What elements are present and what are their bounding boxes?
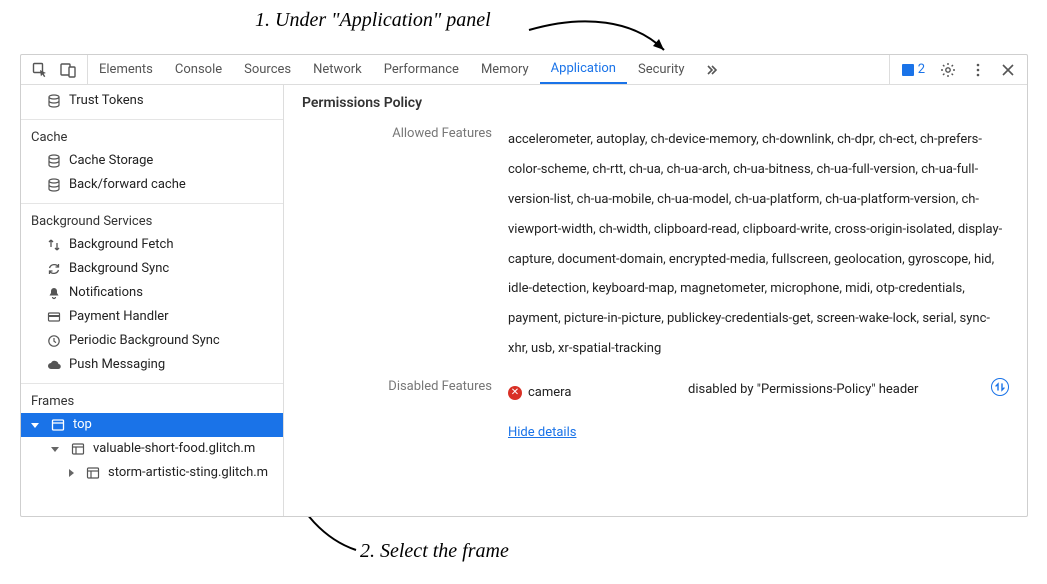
tab-sources[interactable]: Sources — [233, 55, 302, 84]
issues-indicator[interactable]: 2 — [896, 62, 931, 77]
database-icon — [47, 154, 61, 168]
sidebar-item-label: Cache Storage — [69, 151, 153, 171]
devtools-toolbar: Elements Console Sources Network Perform… — [21, 55, 1027, 85]
frame-row-child-2[interactable]: storm-artistic-sting.glitch.m — [21, 461, 283, 485]
sidebar-item-bg-fetch[interactable]: Background Fetch — [21, 233, 283, 257]
kebab-menu-button[interactable] — [965, 57, 991, 83]
error-icon: ✕ — [508, 386, 522, 400]
tab-console[interactable]: Console — [164, 55, 233, 84]
sidebar-section-frames: Frames top valuable-short-food.glitch.m … — [21, 384, 283, 491]
disclosure-triangle-icon — [31, 423, 39, 428]
disabled-features-row: Disabled Features ✕ camera disabled by "… — [302, 378, 1009, 448]
device-toolbar-button[interactable] — [55, 57, 81, 83]
inspect-icon — [32, 62, 48, 78]
frame-name: storm-artistic-sting.glitch.m — [108, 463, 268, 483]
sidebar-title-bg-services: Background Services — [21, 208, 283, 233]
sidebar-item-push-messaging[interactable]: Push Messaging — [21, 353, 283, 377]
sidebar-item-trust-tokens[interactable]: Trust Tokens — [21, 89, 283, 113]
tab-application[interactable]: Application — [540, 55, 627, 84]
sidebar-item-cache-storage[interactable]: Cache Storage — [21, 149, 283, 173]
issues-icon — [902, 64, 914, 76]
clock-icon — [47, 334, 61, 348]
disclosure-triangle-icon — [69, 469, 74, 477]
tab-memory[interactable]: Memory — [470, 55, 540, 84]
sidebar-title-frames: Frames — [21, 388, 283, 413]
disabled-feature-name: camera — [528, 378, 571, 408]
credit-card-icon — [47, 310, 61, 324]
transfer-icon — [47, 238, 61, 252]
close-icon — [1001, 63, 1015, 77]
allowed-features-label: Allowed Features — [302, 125, 492, 364]
bell-icon — [47, 286, 61, 300]
section-heading: Permissions Policy — [302, 95, 1009, 111]
sidebar-item-label: Push Messaging — [69, 355, 165, 375]
iframe-icon — [86, 466, 100, 480]
sidebar-item-label: Payment Handler — [69, 307, 169, 327]
sidebar-title-cache: Cache — [21, 124, 283, 149]
frame-name: valuable-short-food.glitch.m — [93, 439, 255, 459]
disclosure-triangle-icon — [51, 447, 59, 452]
sidebar-section-top: Trust Tokens — [21, 85, 283, 120]
reveal-header-button[interactable] — [991, 378, 1009, 396]
frame-row-child-1[interactable]: valuable-short-food.glitch.m — [21, 437, 283, 461]
sidebar-item-label: Back/forward cache — [69, 175, 186, 195]
sidebar-item-periodic-bg-sync[interactable]: Periodic Background Sync — [21, 329, 283, 353]
sidebar-item-label: Trust Tokens — [69, 91, 144, 111]
sidebar-item-notifications[interactable]: Notifications — [21, 281, 283, 305]
kebab-icon — [970, 62, 986, 78]
disabled-feature-cell: ✕ camera — [508, 378, 668, 408]
settings-button[interactable] — [935, 57, 961, 83]
sidebar-section-bg-services: Background Services Background Fetch Bac… — [21, 204, 283, 384]
allowed-features-value: accelerometer, autoplay, ch-device-memor… — [508, 125, 1009, 364]
tab-security[interactable]: Security — [627, 55, 696, 84]
issues-count: 2 — [918, 62, 925, 77]
sidebar-item-label: Background Fetch — [69, 235, 174, 255]
sidebar-item-bg-sync[interactable]: Background Sync — [21, 257, 283, 281]
swap-icon — [994, 381, 1006, 393]
sidebar-item-bf-cache[interactable]: Back/forward cache — [21, 173, 283, 197]
disabled-reason-cell: disabled by "Permissions-Policy" header — [688, 378, 1009, 403]
close-devtools-button[interactable] — [995, 57, 1021, 83]
device-icon — [60, 62, 76, 78]
database-icon — [47, 94, 61, 108]
frame-details-panel: Permissions Policy Allowed Features acce… — [284, 85, 1027, 516]
sync-icon — [47, 262, 61, 276]
frame-name: top — [73, 415, 92, 435]
database-icon — [47, 178, 61, 192]
more-tabs-button[interactable] — [696, 55, 728, 84]
disabled-feature-entry: ✕ camera disabled by "Permissions-Policy… — [508, 378, 1009, 408]
cloud-icon — [47, 358, 61, 372]
disabled-reason-text: disabled by "Permissions-Policy" header — [688, 378, 918, 403]
sidebar-item-label: Background Sync — [69, 259, 169, 279]
devtools-main: Trust Tokens Cache Cache Storage Back/fo… — [21, 85, 1027, 516]
hide-details-link[interactable]: Hide details — [508, 425, 576, 440]
disabled-features-label: Disabled Features — [302, 378, 492, 448]
devtools-window: Elements Console Sources Network Perform… — [20, 54, 1028, 517]
toolbar-right-group: 2 — [889, 55, 1027, 84]
devtools-tabs: Elements Console Sources Network Perform… — [88, 55, 889, 84]
sidebar-section-cache: Cache Cache Storage Back/forward cache — [21, 120, 283, 204]
tab-network[interactable]: Network — [302, 55, 373, 84]
chevron-double-right-icon — [706, 64, 718, 76]
annotation-step-1: 1. Under "Application" panel — [255, 9, 491, 32]
window-icon — [51, 418, 65, 432]
gear-icon — [940, 62, 956, 78]
inspect-element-button[interactable] — [27, 57, 53, 83]
sidebar-item-label: Periodic Background Sync — [69, 331, 220, 351]
application-sidebar: Trust Tokens Cache Cache Storage Back/fo… — [21, 85, 284, 516]
annotation-step-2: 2. Select the frame — [360, 540, 509, 563]
toolbar-left-group — [21, 55, 88, 84]
sidebar-item-label: Notifications — [69, 283, 143, 303]
iframe-icon — [71, 442, 85, 456]
frame-row-top[interactable]: top — [21, 413, 283, 437]
tab-elements[interactable]: Elements — [88, 55, 164, 84]
tab-performance[interactable]: Performance — [373, 55, 470, 84]
sidebar-item-payment-handler[interactable]: Payment Handler — [21, 305, 283, 329]
allowed-features-row: Allowed Features accelerometer, autoplay… — [302, 125, 1009, 364]
